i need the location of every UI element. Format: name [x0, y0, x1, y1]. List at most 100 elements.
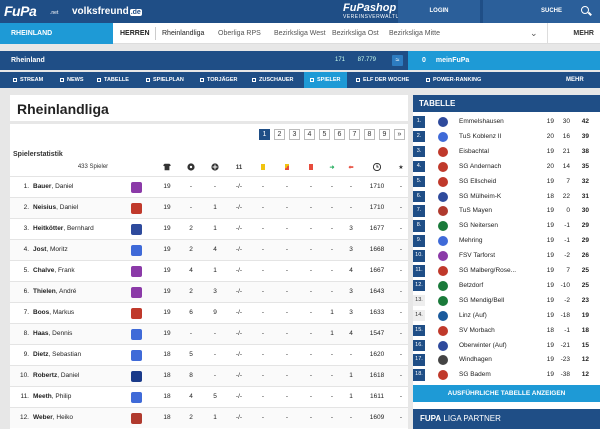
red-card-icon[interactable]: [304, 161, 318, 175]
team-name[interactable]: Betzdorf: [459, 280, 483, 292]
table-row[interactable]: 3. Heitkötter, Bernhard 19 2 1 -/- - - - - 3 1677 -: [10, 218, 408, 239]
club-logo[interactable]: [131, 224, 142, 235]
league-table-row[interactable]: 11. SG Malberg/Rose... 19 7 25: [413, 265, 600, 278]
startelf-column-header[interactable]: 11: [232, 161, 246, 175]
table-row[interactable]: 9. Dietz, Sebastian 18 5 - -/- - - - - - 1620 -: [10, 344, 408, 365]
full-table-button[interactable]: AUSFÜHRLICHE TABELLE ANZEIGEN: [413, 385, 600, 402]
nav-power-ranking[interactable]: POWER-RANKING: [423, 72, 484, 88]
sub-in-icon[interactable]: ➜: [325, 161, 339, 175]
nav-more-button[interactable]: MEHR: [566, 72, 584, 88]
player-name[interactable]: Boos, Markus: [33, 303, 74, 323]
player-name[interactable]: Jost, Moritz: [33, 240, 68, 260]
club-logo[interactable]: [131, 371, 142, 382]
goals-column-icon[interactable]: [184, 161, 198, 175]
player-name[interactable]: Haas, Dennis: [33, 324, 72, 344]
nav-news[interactable]: NEWS: [57, 72, 87, 88]
team-name[interactable]: Mehring: [459, 235, 482, 247]
team-name[interactable]: Oberwinter (Auf): [459, 340, 507, 352]
meinfupa-button[interactable]: 0 meinFuPa: [408, 51, 600, 70]
club-logo[interactable]: [131, 203, 142, 214]
league-table-row[interactable]: 2. TuS Koblenz II 20 16 39: [413, 130, 600, 144]
table-row[interactable]: 12. Weber, Heiko 18 2 1 -/- - - - - - 1609 -: [10, 407, 408, 428]
page-9[interactable]: 9: [379, 129, 390, 140]
region-selector[interactable]: RHEINLAND: [0, 23, 113, 44]
team-name[interactable]: SG Malberg/Rose...: [459, 265, 516, 277]
nav-spielplan[interactable]: SPIELPLAN: [143, 72, 187, 88]
league-table-row[interactable]: 9. Mehring 19 -1 29: [413, 235, 600, 248]
team-name[interactable]: SG Ellscheid: [459, 176, 496, 188]
table-row[interactable]: 1. Bauer, Daniel 19 - - -/- - - - - - 1710 -: [10, 176, 408, 197]
league-table-row[interactable]: 6. SG Mülheim-K 18 22 31: [413, 190, 600, 204]
team-name[interactable]: SV Morbach: [459, 325, 495, 337]
league-table-row[interactable]: 13. SG Mendig/Bell 19 -2 23: [413, 294, 600, 308]
table-row[interactable]: 4. Jost, Moritz 19 2 4 -/- - - - - 3 1668 -: [10, 239, 408, 260]
fupa-logo[interactable]: FuPa: [4, 3, 37, 19]
nav-elf-der-woche[interactable]: ELF DER WOCHE: [353, 72, 412, 88]
chevron-down-icon[interactable]: ⌄: [530, 28, 538, 39]
league-table-row[interactable]: 5. SG Ellscheid 19 7 32: [413, 175, 600, 189]
table-row[interactable]: 7. Boos, Markus 19 6 9 -/- - - - 1 3 1633 -: [10, 302, 408, 323]
league-table-row[interactable]: 17. Windhagen 19 -23 12: [413, 354, 600, 367]
fupashop-logo[interactable]: FuPashop: [343, 2, 396, 14]
player-name[interactable]: Chalve, Frank: [33, 261, 75, 281]
page-1[interactable]: 1: [259, 129, 270, 140]
tab-bezirksliga-west[interactable]: Bezirksliga West: [274, 23, 326, 44]
club-logo[interactable]: [131, 182, 142, 193]
player-name[interactable]: Heitkötter, Bernhard: [33, 219, 94, 239]
volksfreund-logo[interactable]: volksfreund .de: [72, 6, 142, 17]
page-next[interactable]: »: [394, 129, 405, 140]
page-5[interactable]: 5: [319, 129, 330, 140]
player-name[interactable]: Bauer, Daniel: [33, 177, 74, 197]
player-name[interactable]: Meeth, Philip: [33, 387, 71, 407]
team-name[interactable]: SG Neitersen: [459, 220, 498, 232]
table-row[interactable]: 10. Robertz, Daniel 18 8 - -/- - - - - 1 1618 -: [10, 365, 408, 386]
tab-bezirksliga-ost[interactable]: Bezirksliga Ost: [332, 23, 379, 44]
player-name[interactable]: Thielen, André: [33, 282, 76, 302]
yellow-red-card-icon[interactable]: [280, 161, 294, 175]
rss-icon[interactable]: ≈: [392, 55, 403, 66]
table-row[interactable]: 6. Thielen, André 19 2 3 -/- - - - - 3 1643 -: [10, 281, 408, 302]
player-name[interactable]: Neisius, Daniel: [33, 198, 78, 218]
table-row[interactable]: 11. Meeth, Philip 18 4 5 -/- - - - - 1 1611 -: [10, 386, 408, 407]
club-logo[interactable]: [131, 392, 142, 403]
league-table-row[interactable]: 7. TuS Mayen 19 0 30: [413, 205, 600, 218]
nav-tabelle[interactable]: TABELLE: [94, 72, 132, 88]
games-column-icon[interactable]: [160, 161, 174, 175]
page-6[interactable]: 6: [334, 129, 345, 140]
search-button[interactable]: SUCHE: [483, 0, 600, 23]
sub-out-icon[interactable]: ⬅: [344, 161, 358, 175]
team-name[interactable]: SG Mendig/Bell: [459, 295, 504, 307]
page-2[interactable]: 2: [274, 129, 285, 140]
team-name[interactable]: TuS Mayen: [459, 205, 492, 217]
club-logo[interactable]: [131, 329, 142, 340]
team-name[interactable]: Emmelshausen: [459, 116, 504, 128]
minutes-column-icon[interactable]: [366, 161, 388, 175]
team-name[interactable]: Linz (Auf): [459, 310, 487, 322]
player-name[interactable]: Robertz, Daniel: [33, 366, 79, 386]
league-table-row[interactable]: 15. SV Morbach 18 -1 18: [413, 324, 600, 338]
table-row[interactable]: 8. Haas, Dennis 19 - - -/- - - - 1 4 1547 -: [10, 323, 408, 344]
nav-torjaeger[interactable]: TORJÄGER: [197, 72, 240, 88]
team-name[interactable]: Windhagen: [459, 354, 492, 366]
player-name[interactable]: Dietz, Sebastian: [33, 345, 81, 365]
league-table-row[interactable]: 8. SG Neitersen 19 -1 29: [413, 220, 600, 233]
club-logo[interactable]: [131, 287, 142, 298]
league-table-row[interactable]: 14. Linz (Auf) 19 -18 19: [413, 309, 600, 323]
league-table-row[interactable]: 3. Eisbachtal 19 21 38: [413, 145, 600, 159]
table-row[interactable]: 2. Neisius, Daniel 19 - 1 -/- - - - - - 1710 -: [10, 197, 408, 218]
club-logo[interactable]: [131, 245, 142, 256]
league-table-row[interactable]: 4. SG Andernach 20 14 35: [413, 160, 600, 174]
team-name[interactable]: SG Badem: [459, 369, 491, 381]
nav-spieler[interactable]: SPIELER: [304, 72, 347, 88]
team-name[interactable]: SG Andernach: [459, 161, 501, 173]
tab-herren[interactable]: HERREN: [120, 23, 150, 44]
tab-oberliga-rps[interactable]: Oberliga RPS: [218, 23, 261, 44]
club-logo[interactable]: [131, 266, 142, 277]
login-button[interactable]: LOGIN: [398, 0, 480, 23]
league-table-row[interactable]: 12. Betzdorf 19 -10 25: [413, 279, 600, 293]
league-table-row[interactable]: 16. Oberwinter (Auf) 19 -21 15: [413, 339, 600, 353]
tab-rheinlandliga[interactable]: Rheinlandliga: [162, 23, 204, 44]
nav-stream[interactable]: STREAM: [10, 72, 46, 88]
team-name[interactable]: Eisbachtal: [459, 146, 489, 158]
league-table-row[interactable]: 1. Emmelshausen 19 30 42: [413, 116, 600, 129]
